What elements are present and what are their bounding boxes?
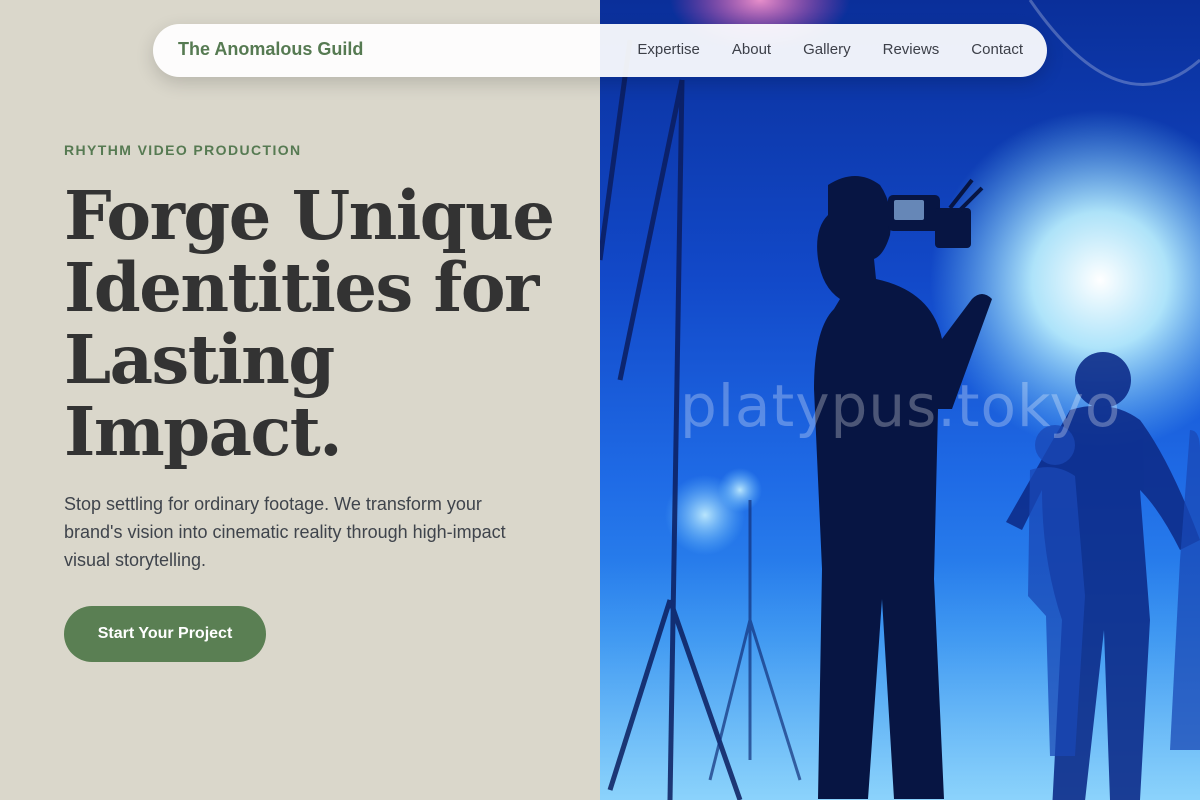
hero-headline: Forge Unique Identities for Lasting Impa… [64,176,555,471]
nav-links: Expertise About Gallery Reviews Contact [637,41,1023,58]
nav-link-reviews[interactable]: Reviews [883,41,940,58]
hero-subtext: Stop settling for ordinary footage. We t… [64,494,506,570]
top-navigation-bar: The Anomalous Guild Expertise About Gall… [153,24,1047,77]
nav-link-about[interactable]: About [732,41,771,58]
start-project-button[interactable]: Start Your Project [64,606,266,662]
nav-link-expertise[interactable]: Expertise [637,41,700,58]
hero-left-panel: RHYTHM VIDEO PRODUCTION Forge Unique Ide… [0,0,600,800]
hero-image: platypus.tokyo [600,0,1200,800]
nav-link-gallery[interactable]: Gallery [803,41,851,58]
watermark-text: platypus.tokyo [680,372,1122,440]
nav-link-contact[interactable]: Contact [971,41,1023,58]
brand-logo-text[interactable]: The Anomalous Guild [178,39,363,60]
hero-eyebrow: RHYTHM VIDEO PRODUCTION [64,142,302,158]
